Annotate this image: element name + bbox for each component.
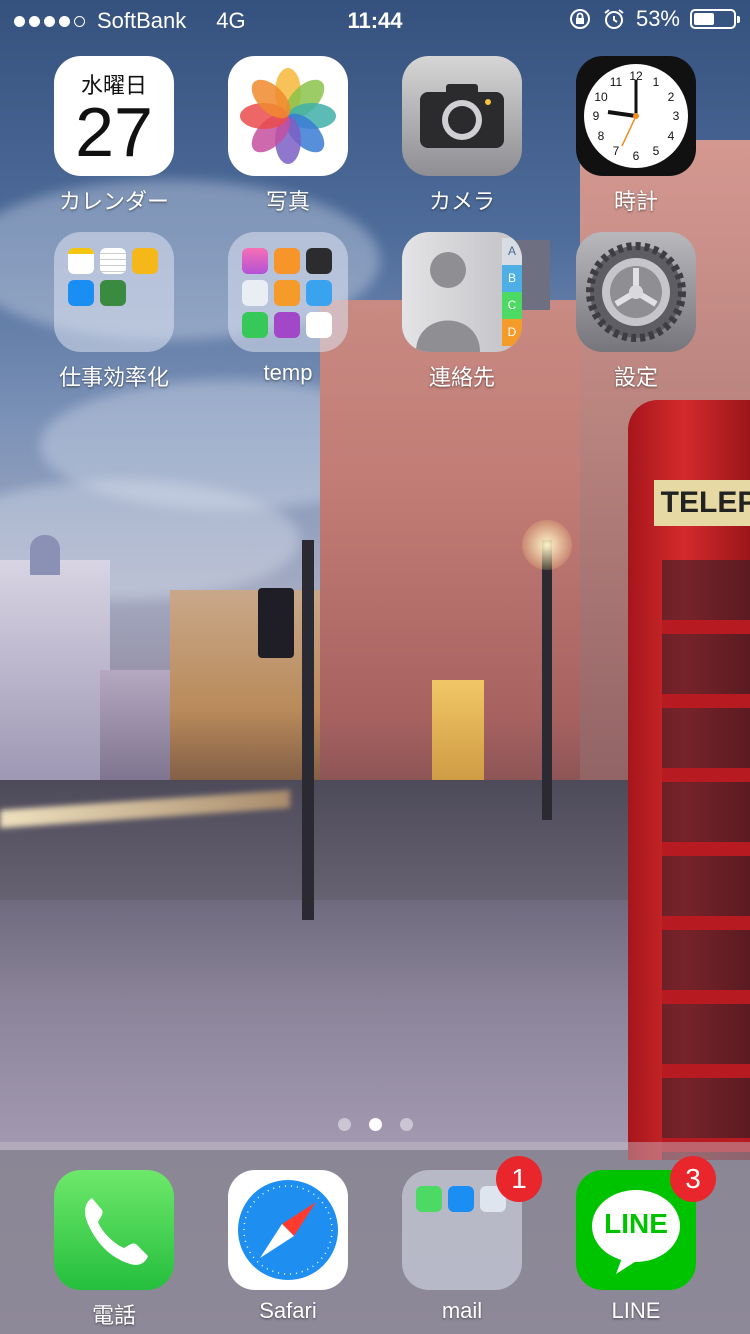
app-mini-icon	[100, 280, 126, 306]
clock-number: 9	[593, 109, 600, 123]
line-logo-text: LINE	[604, 1208, 668, 1239]
calendar-day: 27	[75, 93, 153, 171]
app-label: LINE	[611, 1298, 661, 1323]
contacts-tab-b: B	[502, 265, 522, 292]
lamp-post	[542, 540, 552, 820]
battery-fill	[694, 13, 714, 25]
lamp-glow	[522, 520, 572, 570]
wallet-mini-icon	[306, 248, 332, 274]
app-label: 時計	[613, 189, 658, 214]
dock-app-safari[interactable]: Safari	[201, 1170, 375, 1324]
dock-folder-mail[interactable]: 1 mail	[375, 1156, 549, 1324]
camera-icon	[402, 56, 522, 176]
contacts-tab-d: D	[502, 319, 522, 346]
settings-icon	[576, 232, 696, 352]
battery-percent: 53%	[635, 6, 680, 31]
phone-booth-sign: TELEP	[654, 480, 750, 526]
folder-icon	[54, 232, 174, 352]
app-label: Safari	[259, 1298, 317, 1323]
notification-badge: 3	[670, 1156, 716, 1202]
folder-temp[interactable]: temp	[201, 232, 375, 386]
alarm-icon	[604, 9, 624, 29]
clock-number: 4	[668, 129, 675, 143]
app-contacts[interactable]: A B C D 連絡先	[375, 232, 549, 392]
calendar-icon: 水曜日 27	[54, 56, 174, 176]
notification-badge: 1	[496, 1156, 542, 1202]
reminders-mini-icon	[100, 248, 126, 274]
traffic-light	[258, 588, 294, 658]
appstore-mini-icon	[68, 280, 94, 306]
app-photos[interactable]: 写真	[201, 56, 375, 216]
app-label: mail	[441, 1298, 483, 1323]
maps-mini-icon	[242, 280, 268, 306]
messages-mini-icon	[416, 1186, 442, 1212]
clock-number: 2	[668, 90, 675, 104]
app-label: 写真	[265, 189, 310, 214]
app-label: temp	[263, 360, 313, 385]
clock-number: 5	[653, 144, 660, 158]
home-mini-icon	[274, 280, 300, 306]
clock-number: 10	[594, 90, 608, 104]
app-clock[interactable]: 12 1 2 3 4 5 6 7 8 9 10 11 時計	[549, 56, 723, 216]
app-mini-icon	[306, 312, 332, 338]
clock-number: 11	[610, 75, 623, 89]
app-label: カレンダー	[58, 189, 169, 214]
building-left	[0, 560, 110, 790]
app-label: 電話	[91, 1303, 136, 1328]
folder-icon: 1	[402, 1156, 542, 1290]
page-dot-active	[368, 1118, 382, 1131]
app-settings[interactable]: 設定	[549, 232, 723, 392]
ibooks-mini-icon	[274, 248, 300, 274]
clock-number: 1	[653, 75, 660, 89]
phone-booth: TELEP	[628, 400, 750, 1160]
status-bar: SoftBank 4G 11:44 53%	[0, 0, 750, 40]
notes-mini-icon	[68, 248, 94, 274]
tips-mini-icon	[132, 248, 158, 274]
app-camera[interactable]: カメラ	[375, 56, 549, 216]
contacts-tab-c: C	[502, 292, 522, 319]
page-indicator[interactable]	[0, 1118, 750, 1131]
contacts-tab-a: A	[502, 238, 522, 265]
clock-number: 3	[673, 109, 680, 123]
building-mid	[100, 670, 180, 780]
app-label: 連絡先	[428, 365, 495, 390]
clock-number: 6	[633, 149, 640, 163]
battery-tip	[737, 16, 740, 23]
facetime-mini-icon	[242, 312, 268, 338]
page-dot	[399, 1118, 413, 1131]
page-dot	[337, 1118, 351, 1131]
clock-number: 8	[598, 129, 605, 143]
clock-number: 7	[613, 144, 620, 158]
app-label: カメラ	[428, 189, 495, 214]
orientation-lock-icon	[569, 9, 590, 29]
battery-icon	[690, 9, 740, 29]
dock-app-line[interactable]: LINE 3 LINE	[549, 1156, 723, 1324]
weather-mini-icon	[306, 280, 332, 306]
folder-productivity[interactable]: 仕事効率化	[27, 232, 201, 392]
phone-icon	[54, 1170, 174, 1290]
podcasts-mini-icon	[274, 312, 300, 338]
app-label: 仕事効率化	[58, 365, 169, 390]
photos-icon	[228, 56, 348, 176]
mail-mini-icon	[448, 1186, 474, 1212]
folder-icon	[228, 232, 348, 352]
safari-icon	[228, 1170, 348, 1290]
clock-icon: 12 1 2 3 4 5 6 7 8 9 10 11	[576, 56, 696, 176]
app-label: 設定	[613, 365, 658, 390]
dock-app-phone[interactable]: 電話	[27, 1170, 201, 1330]
building-dome	[30, 535, 60, 575]
line-icon: LINE 3	[576, 1156, 716, 1290]
phone-booth-windows	[662, 560, 750, 1160]
pole	[302, 540, 314, 920]
app-calendar[interactable]: 水曜日 27 カレンダー	[27, 56, 201, 216]
music-mini-icon	[242, 248, 268, 274]
contacts-icon: A B C D	[402, 232, 522, 352]
status-right: 53%	[568, 6, 740, 32]
